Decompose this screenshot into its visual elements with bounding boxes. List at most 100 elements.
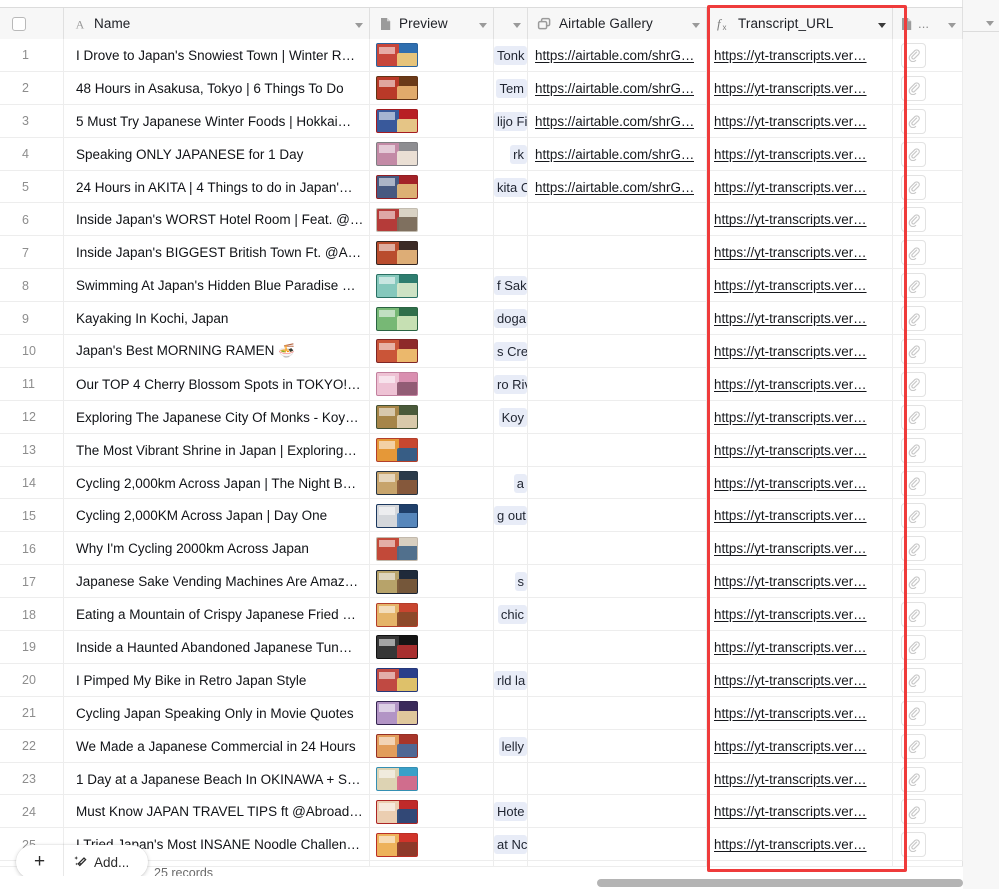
table-row[interactable]: 6 Inside Japan's WORST Hotel Room | Feat.… — [0, 203, 963, 237]
cell-attachment[interactable] — [893, 499, 963, 533]
cell-transcript-url[interactable]: https://yt-transcripts.ver… — [707, 203, 893, 237]
cell-name[interactable]: Inside Japan's BIGGEST British Town Ft. … — [64, 236, 370, 270]
cell-attachment[interactable] — [893, 795, 963, 829]
cell-tag-fragment[interactable]: Koy — [494, 400, 528, 434]
cell-transcript-url[interactable]: https://yt-transcripts.ver… — [707, 663, 893, 697]
transcript-url-link[interactable]: https://yt-transcripts.ver… — [714, 48, 867, 63]
table-row[interactable]: 11 Our TOP 4 Cherry Blossom Spots in TOKY… — [0, 367, 963, 401]
cell-preview[interactable] — [370, 631, 494, 664]
cell-attachment[interactable] — [893, 466, 963, 500]
transcript-url-link[interactable]: https://yt-transcripts.ver… — [714, 739, 867, 754]
cell-attachment[interactable] — [893, 137, 963, 171]
cell-tag-fragment[interactable]: f Saka — [494, 269, 528, 303]
paperclip-icon[interactable] — [901, 240, 926, 266]
cell-tag-fragment[interactable]: rk — [494, 137, 528, 171]
cell-attachment[interactable] — [893, 598, 963, 632]
horizontal-scrollbar-track[interactable] — [0, 876, 963, 889]
cell-name[interactable]: Kayaking In Kochi, Japan — [64, 302, 370, 336]
cell-airtable-gallery[interactable] — [528, 367, 707, 401]
cell-airtable-gallery[interactable] — [528, 269, 707, 303]
cell-name[interactable]: 1 Day at a Japanese Beach In OKINAWA + S… — [64, 762, 370, 796]
cell-name[interactable]: Exploring The Japanese City Of Monks - K… — [64, 400, 370, 434]
airtable-gallery-link[interactable]: https://airtable.com/shrG… — [535, 114, 694, 129]
transcript-url-link[interactable]: https://yt-transcripts.ver… — [714, 377, 867, 392]
cell-preview[interactable] — [370, 269, 494, 303]
cell-airtable-gallery[interactable] — [528, 795, 707, 829]
cell-airtable-gallery[interactable] — [528, 762, 707, 796]
transcript-url-link[interactable]: https://yt-transcripts.ver… — [714, 706, 867, 721]
cell-airtable-gallery[interactable] — [528, 400, 707, 434]
cell-name[interactable]: Swimming At Japan's Hidden Blue Paradise… — [64, 269, 370, 303]
cell-tag-fragment[interactable] — [494, 631, 528, 664]
airtable-gallery-link[interactable]: https://airtable.com/shrG… — [535, 48, 694, 63]
cell-name[interactable]: 48 Hours in Asakusa, Tokyo | 6 Things To… — [64, 71, 370, 105]
cell-name[interactable]: Speaking ONLY JAPANESE for 1 Day — [64, 137, 370, 171]
table-row[interactable]: 4 Speaking ONLY JAPANESE for 1 Day rk https… — [0, 137, 963, 171]
cell-airtable-gallery[interactable] — [528, 466, 707, 500]
table-row[interactable]: 13 The Most Vibrant Shrine in Japan | Exp… — [0, 433, 963, 467]
paperclip-icon[interactable] — [901, 75, 926, 101]
cell-name[interactable]: I Drove to Japan's Snowiest Town | Winte… — [64, 39, 370, 72]
cell-tag-fragment[interactable]: Hote — [494, 795, 528, 829]
cell-preview[interactable] — [370, 466, 494, 500]
cell-preview[interactable] — [370, 236, 494, 270]
cell-name[interactable]: Eating a Mountain of Crispy Japanese Fri… — [64, 598, 370, 632]
cell-transcript-url[interactable]: https://yt-transcripts.ver… — [707, 795, 893, 829]
cell-transcript-url[interactable]: https://yt-transcripts.ver… — [707, 729, 893, 763]
select-all-checkbox[interactable] — [12, 16, 26, 31]
cell-name[interactable]: Our TOP 4 Cherry Blossom Spots in TOKYO!… — [64, 367, 370, 401]
transcript-url-link[interactable]: https://yt-transcripts.ver… — [714, 476, 867, 491]
cell-airtable-gallery[interactable] — [528, 631, 707, 664]
cell-airtable-gallery[interactable]: https://airtable.com/shrG… — [528, 104, 707, 138]
transcript-url-link[interactable]: https://yt-transcripts.ver… — [714, 245, 867, 260]
cell-transcript-url[interactable]: https://yt-transcripts.ver… — [707, 71, 893, 105]
cell-transcript-url[interactable]: https://yt-transcripts.ver… — [707, 828, 893, 862]
cell-preview[interactable] — [370, 203, 494, 237]
cell-attachment[interactable] — [893, 631, 963, 664]
cell-name[interactable]: The Most Vibrant Shrine in Japan | Explo… — [64, 433, 370, 467]
table-row[interactable]: 9 Kayaking In Kochi, Japan doga https://yt-… — [0, 302, 963, 336]
cell-airtable-gallery[interactable] — [528, 729, 707, 763]
table-row[interactable]: 15 Cycling 2,000KM Across Japan | Day One… — [0, 499, 963, 533]
table-row[interactable]: 20 I Pimped My Bike in Retro Japan Style r… — [0, 663, 963, 697]
cell-preview[interactable] — [370, 795, 494, 829]
paperclip-icon[interactable] — [901, 700, 926, 726]
cell-airtable-gallery[interactable] — [528, 663, 707, 697]
cell-tag-fragment[interactable] — [494, 203, 528, 237]
cell-tag-fragment[interactable]: s — [494, 565, 528, 599]
transcript-url-link[interactable]: https://yt-transcripts.ver… — [714, 344, 867, 359]
column-header-name[interactable]: A Name — [64, 8, 370, 39]
cell-tag-fragment[interactable] — [494, 532, 528, 566]
transcript-url-link[interactable]: https://yt-transcripts.ver… — [714, 673, 867, 688]
cell-attachment[interactable] — [893, 104, 963, 138]
cell-airtable-gallery[interactable] — [528, 532, 707, 566]
paperclip-icon[interactable] — [901, 437, 926, 463]
cell-tag-fragment[interactable]: lijo Fi — [494, 104, 528, 138]
cell-transcript-url[interactable]: https://yt-transcripts.ver… — [707, 335, 893, 368]
cell-transcript-url[interactable]: https://yt-transcripts.ver… — [707, 631, 893, 664]
cell-preview[interactable] — [370, 433, 494, 467]
transcript-url-link[interactable]: https://yt-transcripts.ver… — [714, 410, 867, 425]
cell-tag-fragment[interactable]: ro Riv — [494, 367, 528, 401]
cell-attachment[interactable] — [893, 696, 963, 730]
paperclip-icon[interactable] — [901, 141, 926, 167]
transcript-url-link[interactable]: https://yt-transcripts.ver… — [714, 541, 867, 556]
cell-tag-fragment[interactable]: at Nc — [494, 828, 528, 862]
cell-attachment[interactable] — [893, 302, 963, 336]
chevron-down-icon[interactable] — [878, 15, 886, 33]
cell-preview[interactable] — [370, 565, 494, 599]
table-row[interactable]: 19 Inside a Haunted Abandoned Japanese Tu… — [0, 631, 963, 664]
cell-attachment[interactable] — [893, 663, 963, 697]
table-row[interactable]: 5 24 Hours in AKITA | 4 Things to do in J… — [0, 170, 963, 204]
paperclip-icon[interactable] — [901, 470, 926, 496]
cell-airtable-gallery[interactable]: https://airtable.com/shrG… — [528, 39, 707, 72]
cell-transcript-url[interactable]: https://yt-transcripts.ver… — [707, 137, 893, 171]
cell-attachment[interactable] — [893, 433, 963, 467]
transcript-url-link[interactable]: https://yt-transcripts.ver… — [714, 574, 867, 589]
cell-transcript-url[interactable]: https://yt-transcripts.ver… — [707, 598, 893, 632]
transcript-url-link[interactable]: https://yt-transcripts.ver… — [714, 443, 867, 458]
paperclip-icon[interactable] — [901, 667, 926, 693]
cell-attachment[interactable] — [893, 203, 963, 237]
cell-tag-fragment[interactable] — [494, 762, 528, 796]
cell-tag-fragment[interactable]: a — [494, 466, 528, 500]
